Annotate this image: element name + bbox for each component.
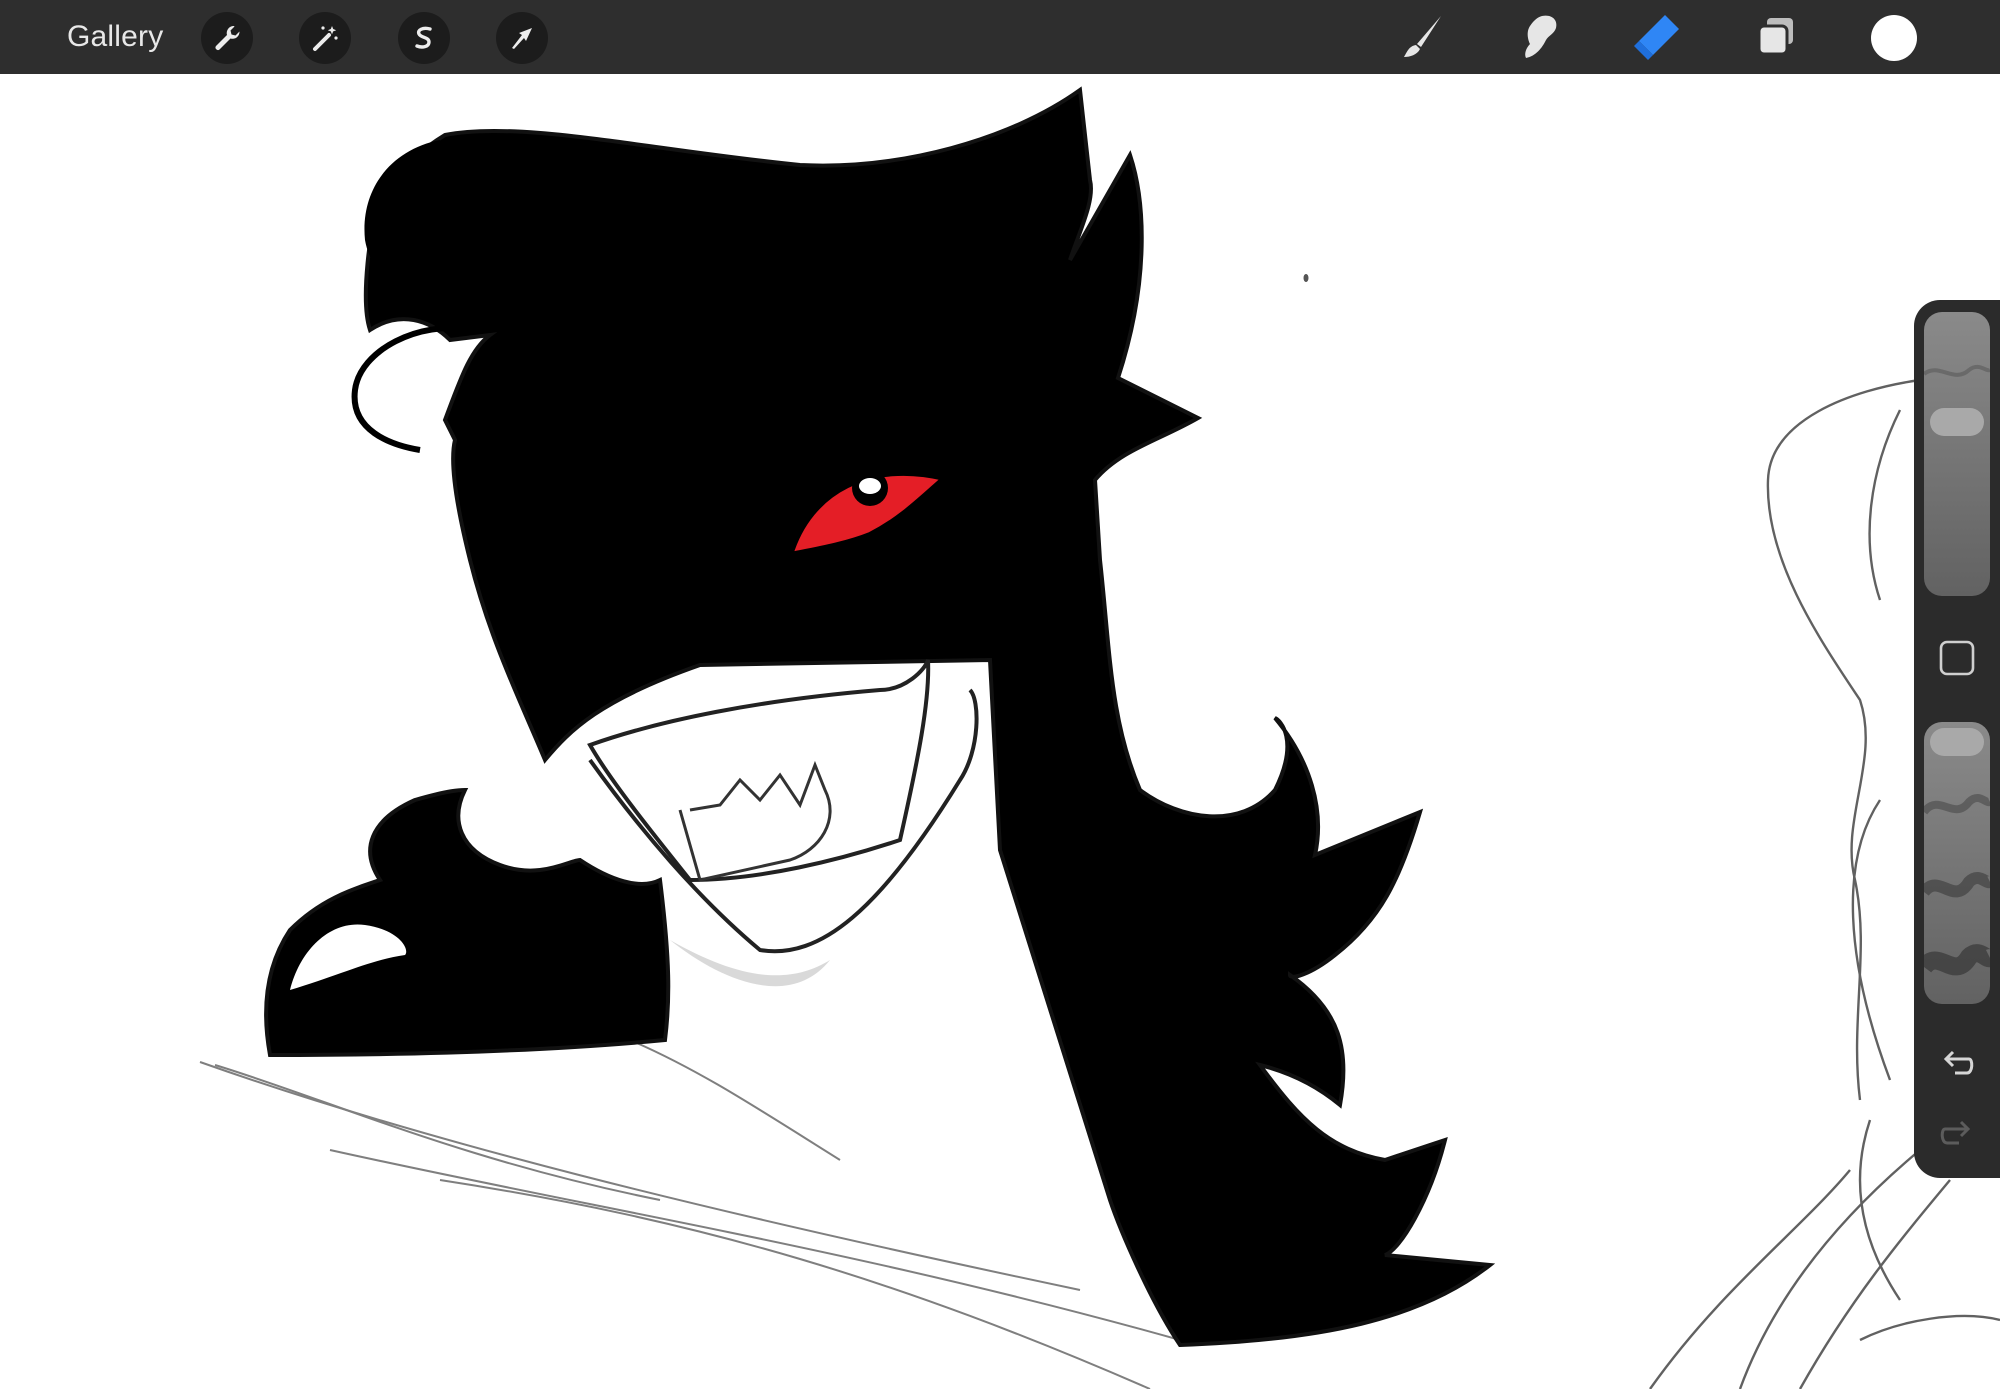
square-icon	[1939, 640, 1975, 676]
smudge-tool-button[interactable]	[1510, 8, 1568, 66]
redo-icon	[1940, 1120, 1971, 1145]
selection-button[interactable]	[398, 12, 450, 64]
brush-tool-button[interactable]	[1393, 8, 1451, 66]
modifier-button[interactable]	[1939, 640, 1975, 676]
selection-s-icon	[415, 26, 432, 49]
brush-size-slider[interactable]	[1924, 312, 1990, 596]
magic-wand-icon	[313, 26, 338, 51]
color-swatch[interactable]	[1871, 15, 1917, 61]
undo-button[interactable]	[1934, 1042, 1980, 1088]
brush-opacity-thumb[interactable]	[1930, 728, 1984, 756]
eraser-icon	[1634, 15, 1679, 60]
drawing-canvas[interactable]	[0, 0, 2000, 1389]
layers-icon	[1757, 18, 1793, 56]
eye-highlight	[859, 478, 881, 494]
transform-arrow-icon	[512, 28, 532, 49]
eraser-tool-button[interactable]	[1628, 8, 1686, 66]
wrench-icon	[215, 25, 240, 50]
undo-icon	[1943, 1050, 1974, 1075]
brush-icon	[1404, 16, 1441, 57]
adjustments-button[interactable]	[299, 12, 351, 64]
opacity-slider-texture	[1924, 794, 1990, 976]
redo-button[interactable]	[1934, 1112, 1980, 1158]
top-toolbar: Gallery	[0, 0, 2000, 74]
brush-opacity-slider[interactable]	[1924, 722, 1990, 1004]
actions-button[interactable]	[201, 12, 253, 64]
gallery-button[interactable]: Gallery	[67, 17, 163, 57]
hair-mass	[363, 86, 1496, 1348]
transform-button[interactable]	[496, 12, 548, 64]
stray-dot	[1303, 274, 1309, 282]
layers-button[interactable]	[1747, 8, 1805, 66]
size-slider-texture	[1924, 364, 1990, 377]
smudge-icon	[1525, 15, 1557, 59]
hand	[264, 787, 671, 1058]
sketch-lines	[199, 1039, 1181, 1389]
mouth	[587, 659, 931, 883]
side-bar	[1914, 300, 2000, 1178]
brush-size-thumb[interactable]	[1930, 408, 1984, 437]
